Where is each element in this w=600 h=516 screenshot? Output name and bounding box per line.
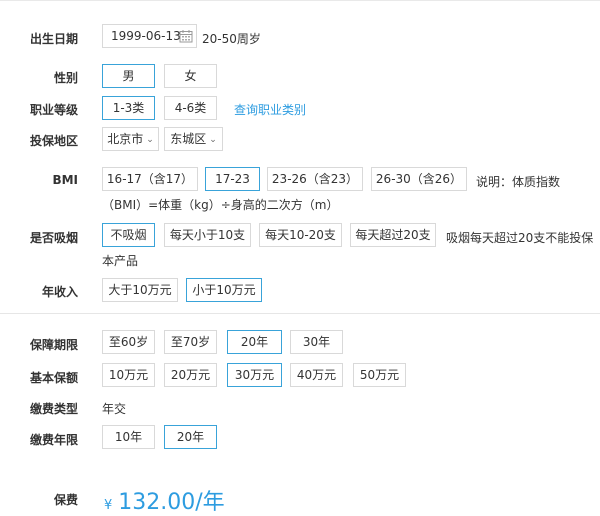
payment-years-option-20[interactable]: 20年 [164,425,217,449]
city-value: 北京市 [107,132,144,146]
currency-symbol: ¥ [104,498,113,513]
gender-option-male[interactable]: 男 [102,64,155,88]
payment-type-label: 缴费类型 [29,402,78,416]
calendar-icon[interactable] [179,29,193,43]
bmi-label: BMI [52,173,78,187]
city-select[interactable]: 北京市 ⌄ [102,127,159,151]
bmi-option-26-30[interactable]: 26-30（含26） [371,167,467,191]
region-label: 投保地区 [29,134,78,148]
coverage-option-20w[interactable]: 20万元 [164,363,217,387]
term-option-to-70[interactable]: 至70岁 [164,330,217,354]
smoking-option-over-20[interactable]: 每天超过20支 [350,223,436,247]
job-level-option-1-3[interactable]: 1-3类 [102,96,155,120]
bmi-option-23-26[interactable]: 23-26（含23） [267,167,363,191]
chevron-down-icon: ⌄ [209,135,217,145]
district-select[interactable]: 东城区 ⌄ [164,127,223,151]
payment-years-option-10[interactable]: 10年 [102,425,155,449]
payment-years-label: 缴费年限 [29,433,78,447]
income-option-under-10w[interactable]: 小于10万元 [186,278,262,302]
coverage-option-10w[interactable]: 10万元 [102,363,155,387]
smoking-option-under-10[interactable]: 每天小于10支 [164,223,251,247]
income-option-over-10w[interactable]: 大于10万元 [102,278,178,302]
chevron-down-icon: ⌄ [146,135,154,145]
section-divider [0,313,600,314]
coverage-option-40w[interactable]: 40万元 [290,363,343,387]
smoking-option-none[interactable]: 不吸烟 [102,223,155,247]
term-option-to-60[interactable]: 至60岁 [102,330,155,354]
coverage-label: 基本保额 [29,371,78,385]
coverage-option-30w[interactable]: 30万元 [227,363,282,387]
smoking-note-line1: 吸烟每天超过20支不能投保 [446,231,594,245]
bmi-note-line1: 说明：体质指数 [476,175,561,189]
birth-date-label: 出生日期 [29,32,78,46]
term-label: 保障期限 [29,338,78,352]
coverage-option-50w[interactable]: 50万元 [353,363,406,387]
gender-label: 性别 [53,71,78,85]
smoking-label: 是否吸烟 [29,231,78,245]
smoking-option-10-20[interactable]: 每天10-20支 [259,223,342,247]
term-option-20y[interactable]: 20年 [227,330,282,354]
age-range-hint: 20-50周岁 [202,32,261,46]
bmi-option-17-23[interactable]: 17-23 [205,167,260,191]
district-value: 东城区 [170,132,207,146]
top-border [0,0,600,1]
income-label: 年收入 [41,285,78,299]
payment-type-value: 年交 [102,402,127,416]
birth-date-input[interactable] [103,25,185,47]
term-option-30y[interactable]: 30年 [290,330,343,354]
job-level-label: 职业等级 [29,103,78,117]
premium-value: ¥132.00/年 [104,484,225,516]
bmi-option-16-17[interactable]: 16-17（含17） [102,167,198,191]
birth-date-field[interactable] [102,24,197,48]
premium-label: 保费 [53,493,78,507]
job-category-link[interactable]: 查询职业类别 [234,101,306,118]
gender-option-female[interactable]: 女 [164,64,217,88]
smoking-note-line2: 本产品 [102,254,139,268]
bmi-note-line2: （BMI）=体重（kg）÷身高的二次方（m） [102,198,339,212]
premium-amount: 132.00/年 [118,490,225,515]
job-level-option-4-6[interactable]: 4-6类 [164,96,217,120]
